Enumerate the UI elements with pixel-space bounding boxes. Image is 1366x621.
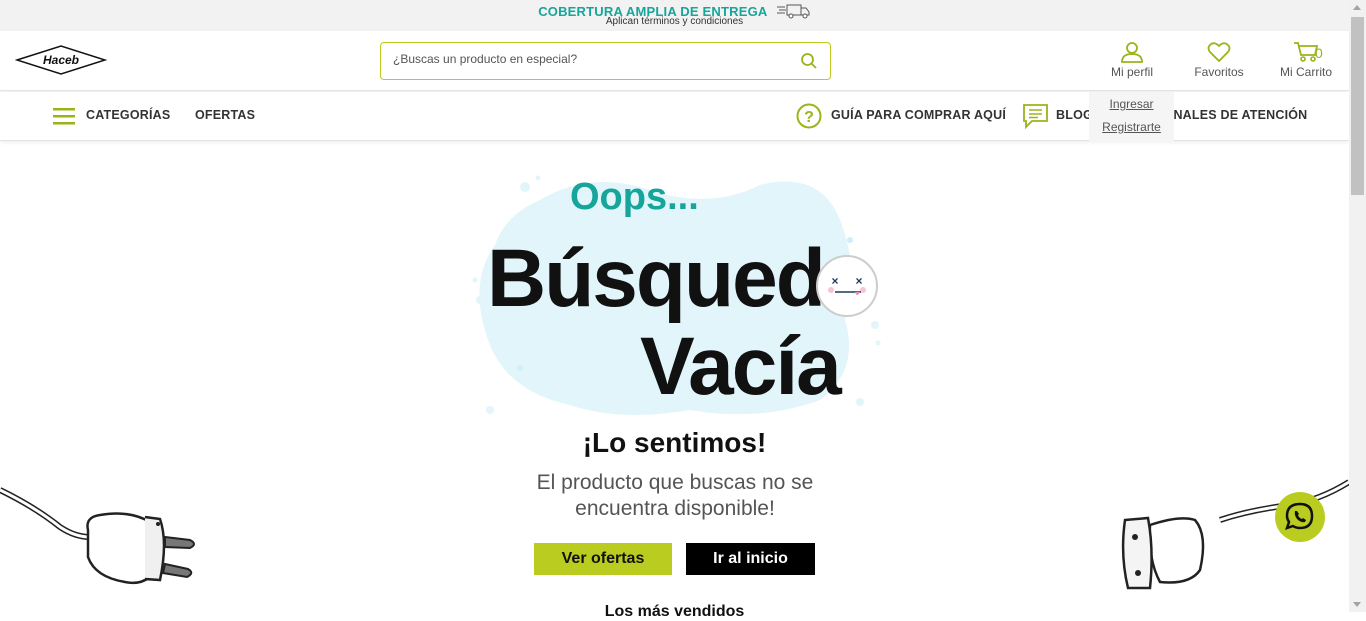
whatsapp-icon (1285, 502, 1314, 530)
oops-heading: Oops... (570, 176, 699, 218)
cart-icon: 0 (1276, 41, 1336, 63)
search-input[interactable] (393, 52, 793, 66)
profile-dropdown: Ingresar Registrarte (1089, 92, 1174, 142)
hamburger-menu-icon[interactable] (53, 107, 75, 130)
whatsapp-button[interactable] (1275, 492, 1325, 542)
not-available-message: El producto que buscas no se encuentra d… (536, 471, 814, 520)
favorites-button[interactable]: Favoritos (1190, 41, 1248, 79)
announcement-bar: COBERTURA AMPLIA DE ENTREGA Aplican térm… (0, 0, 1349, 31)
empty-title-line1: Búsqued (487, 233, 826, 324)
svg-text:×: × (855, 274, 862, 288)
blog-icon (1022, 103, 1049, 134)
svg-text:×: × (831, 274, 838, 288)
nav-guide[interactable]: GUÍA PARA COMPRAR AQUÍ (831, 108, 1006, 122)
search-icon[interactable] (800, 52, 818, 75)
cart-count: 0 (1315, 45, 1323, 61)
view-offers-button[interactable]: Ver ofertas (534, 543, 672, 575)
plug-left-illustration (0, 487, 195, 585)
nav-blog[interactable]: BLOG (1056, 108, 1093, 122)
logo-text: Haceb (43, 53, 79, 67)
cart-button[interactable]: 0 Mi Carrito (1276, 41, 1336, 79)
scroll-up-arrow-icon[interactable] (1353, 5, 1361, 10)
scroll-down-arrow-icon[interactable] (1353, 602, 1361, 607)
user-icon (1106, 41, 1158, 63)
site-header: Haceb Mi perfil Favoritos (0, 31, 1349, 91)
sorry-heading: ¡Lo sentimos! (582, 427, 767, 458)
profile-button[interactable]: Mi perfil (1106, 41, 1158, 79)
nav-channels[interactable]: CANALES DE ATENCIÓN (1155, 108, 1307, 122)
favorites-label: Favoritos (1194, 65, 1244, 79)
cart-label: Mi Carrito (1279, 65, 1332, 79)
scrollbar-thumb[interactable] (1351, 17, 1364, 195)
page-scrollbar[interactable] (1349, 0, 1366, 612)
nav-categories[interactable]: CATEGORÍAS (86, 108, 170, 122)
profile-label: Mi perfil (1110, 65, 1153, 79)
go-home-button[interactable]: Ir al inicio (686, 543, 815, 575)
svg-text:?: ? (804, 109, 814, 126)
search-box (380, 42, 831, 80)
register-link[interactable]: Registrarte (1089, 120, 1174, 134)
best-sellers-heading: Los más vendidos (604, 603, 745, 620)
sad-face-icon: × × (816, 255, 878, 317)
login-link[interactable]: Ingresar (1089, 97, 1174, 111)
heart-icon (1190, 41, 1248, 63)
nav-offers[interactable]: OFERTAS (195, 108, 255, 122)
announcement-subline[interactable]: Aplican términos y condiciones (0, 16, 1349, 27)
empty-title-line2: Vacía (640, 321, 842, 412)
question-icon: ? (796, 103, 822, 134)
haceb-logo[interactable]: Haceb (14, 45, 108, 80)
